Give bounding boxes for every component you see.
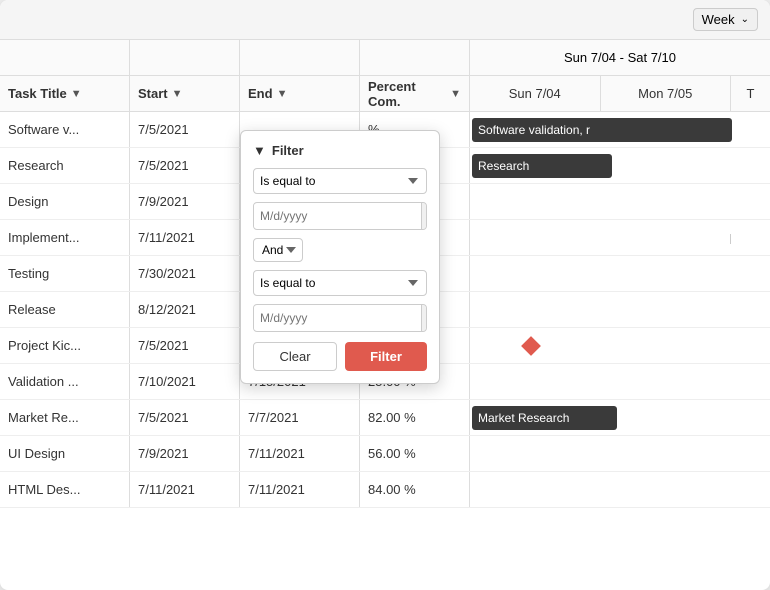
- table-row: Market Re... 7/5/2021 7/7/2021 82.00 % M…: [0, 400, 770, 436]
- task-cell: Implement...: [0, 220, 130, 255]
- task-cell: Design: [0, 184, 130, 219]
- start-cell: 7/5/2021: [130, 400, 240, 435]
- gantt-cell: Market Research: [470, 400, 770, 435]
- task-filter-icon[interactable]: ▼: [71, 88, 82, 100]
- gantt-bar: Research: [472, 154, 612, 178]
- task-cell: HTML Des...: [0, 472, 130, 507]
- filter-popup: ▼ Filter Is equal to Is not equal to Is …: [240, 130, 440, 384]
- app-window: Week ⌄ Sun 7/04 - Sat 7/10 Task Title ▼ …: [0, 0, 770, 590]
- date2-row: 📅: [253, 304, 427, 332]
- and-row: And Or: [253, 238, 427, 262]
- condition2-select[interactable]: Is equal to Is not equal to Is before Is…: [253, 270, 427, 296]
- start-cell: 7/11/2021: [130, 220, 240, 255]
- percent-filter-icon[interactable]: ▼: [450, 88, 461, 100]
- day1-header: Sun 7/04: [470, 76, 600, 111]
- condition2-row: Is equal to Is not equal to Is before Is…: [253, 270, 427, 296]
- filter-actions: Clear Filter: [253, 342, 427, 371]
- gantt-cell: [470, 256, 770, 291]
- task-cell: Testing: [0, 256, 130, 291]
- filter-popup-title: Filter: [272, 143, 304, 158]
- calendar2-icon[interactable]: 📅: [421, 305, 427, 331]
- gantt-cell: [470, 472, 770, 507]
- clear-button[interactable]: Clear: [253, 342, 337, 371]
- gantt-cell: Software validation, r: [470, 112, 770, 147]
- start-header: Start ▼: [130, 76, 240, 112]
- gantt-cell: [470, 220, 770, 255]
- date1-wrapper: 📅: [253, 202, 427, 230]
- week-label: Week: [702, 12, 735, 27]
- chevron-down-icon: ⌄: [741, 14, 749, 25]
- start-cell: 7/30/2021: [130, 256, 240, 291]
- start-cell: 7/11/2021: [130, 472, 240, 507]
- start-filter-icon[interactable]: ▼: [172, 88, 183, 100]
- start-cell: 8/12/2021: [130, 292, 240, 327]
- top-bar: Week ⌄: [0, 0, 770, 40]
- start-cell: 7/10/2021: [130, 364, 240, 399]
- table-row: HTML Des... 7/11/2021 7/11/2021 84.00 %: [0, 472, 770, 508]
- percent-header: Percent Com. ▼: [360, 76, 470, 112]
- end-cell: 7/7/2021: [240, 400, 360, 435]
- day2-header: Mon 7/05: [600, 76, 731, 111]
- date1-row: 📅: [253, 202, 427, 230]
- week-selector[interactable]: Week ⌄: [693, 8, 758, 31]
- milestone-diamond: [521, 336, 541, 356]
- percent-cell: 56.00 %: [360, 436, 470, 471]
- filter-header-icon: ▼: [253, 143, 266, 158]
- start-cell: 7/9/2021: [130, 184, 240, 219]
- task-cell: Release: [0, 292, 130, 327]
- task-cell: Market Re...: [0, 400, 130, 435]
- filter-button[interactable]: Filter: [345, 342, 427, 371]
- task-cell: UI Design: [0, 436, 130, 471]
- end-cell: 7/11/2021: [240, 472, 360, 507]
- gantt-cell: [470, 328, 770, 363]
- start-cell: 7/5/2021: [130, 148, 240, 183]
- gantt-cell: [470, 436, 770, 471]
- task-cell: Software v...: [0, 112, 130, 147]
- start-cell: 7/9/2021: [130, 436, 240, 471]
- and-select[interactable]: And Or: [253, 238, 303, 262]
- end-cell: 7/11/2021: [240, 436, 360, 471]
- task-title-header: Task Title ▼: [0, 76, 130, 112]
- filter-popup-header: ▼ Filter: [253, 143, 427, 158]
- gantt-cell: Research: [470, 148, 770, 183]
- end-filter-icon[interactable]: ▼: [277, 88, 288, 100]
- date-range-header: Sun 7/04 - Sat 7/10: [470, 40, 770, 75]
- condition1-row: Is equal to Is not equal to Is before Is…: [253, 168, 427, 194]
- task-cell: Project Kic...: [0, 328, 130, 363]
- percent-cell: 84.00 %: [360, 472, 470, 507]
- table-row: UI Design 7/9/2021 7/11/2021 56.00 %: [0, 436, 770, 472]
- task-cell: Validation ...: [0, 364, 130, 399]
- start-cell: 7/5/2021: [130, 112, 240, 147]
- date2-input[interactable]: [254, 306, 421, 330]
- task-cell: Research: [0, 148, 130, 183]
- day3-header: T: [730, 76, 770, 111]
- date-range-text: Sun 7/04 - Sat 7/10: [564, 50, 676, 65]
- date1-input[interactable]: [254, 204, 421, 228]
- calendar1-icon[interactable]: 📅: [421, 203, 427, 229]
- gantt-cell: [470, 292, 770, 327]
- gantt-cell: [470, 184, 770, 219]
- gantt-bar: Software validation, r: [472, 118, 732, 142]
- gantt-bar-market-research: Market Research: [472, 406, 617, 430]
- end-header: End ▼: [240, 76, 360, 112]
- percent-cell: 82.00 %: [360, 400, 470, 435]
- date2-wrapper: 📅: [253, 304, 427, 332]
- start-cell: 7/5/2021: [130, 328, 240, 363]
- condition1-select[interactable]: Is equal to Is not equal to Is before Is…: [253, 168, 427, 194]
- gantt-cell: [470, 364, 770, 399]
